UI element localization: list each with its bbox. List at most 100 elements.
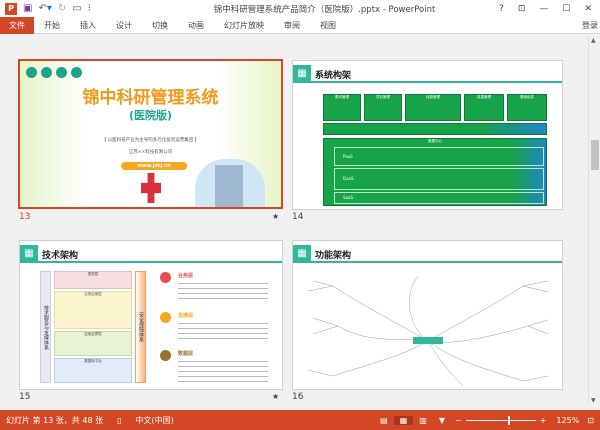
slide-thumbnail-16[interactable]: ▦ 功能架构 [292, 240, 563, 390]
sign-in-link[interactable]: 登录 [582, 20, 598, 31]
layer-label: 应用支撑层 [84, 332, 102, 336]
module-box: 成果管理 [464, 94, 504, 121]
scroll-up-icon[interactable]: ▲ [591, 37, 596, 44]
zoom-out-button[interactable]: − [455, 416, 462, 425]
slide-title: 系统构架 [315, 71, 352, 81]
tab-animations[interactable]: 动画 [178, 17, 214, 34]
animation-star-icon: ★ [272, 392, 280, 401]
save-icon[interactable]: ▣ [23, 3, 32, 14]
layer-label: 数据库平台 [84, 359, 102, 363]
layer-label: 业务应用层 [84, 292, 102, 296]
ribbon-tabs: 文件 开始 插入 设计 切换 动画 幻灯片放映 审阅 视图 登录 [0, 16, 600, 34]
tab-view[interactable]: 视图 [310, 17, 346, 34]
redo-icon[interactable]: ↻ [58, 3, 66, 14]
slide-title: 功能架构 [315, 251, 352, 261]
layer-box: 数据库平台 [54, 358, 132, 383]
layer-label: PaaS [343, 154, 353, 159]
undo-icon[interactable]: ↶▾ [38, 3, 51, 14]
tech-support-column: 技术服务与支撑体系 [40, 271, 51, 383]
tab-home[interactable]: 开始 [34, 17, 70, 34]
column-label: 安全保障体系 [138, 312, 144, 342]
language-status[interactable]: 中文(中国) [135, 415, 173, 426]
scroll-down-icon[interactable]: ▼ [591, 397, 596, 404]
slide-title: 锦中科研管理系统 [82, 88, 219, 108]
module-label: 基本管理 [335, 95, 349, 99]
module-label: 基础信息 [520, 95, 534, 99]
slide-subtitle: (医院版) [128, 109, 173, 122]
module-label: 成果管理 [477, 95, 491, 99]
slide-company: 江苏××科技有限公司 [128, 150, 173, 155]
scroll-thumb[interactable] [591, 140, 599, 170]
layer-label: SaaS [343, 195, 353, 200]
reading-view-icon[interactable]: ▥ [413, 416, 433, 425]
fit-to-window-icon[interactable]: ⊡ [587, 416, 594, 425]
layer-box: 应用支撑层 [54, 331, 132, 356]
grid-icon: ▦ [293, 245, 311, 263]
link-icon [71, 67, 82, 78]
module-box: 基本管理 [323, 94, 361, 121]
module-label: 经费管理 [426, 95, 440, 99]
help-button[interactable]: ? [499, 4, 504, 14]
refresh-icon [56, 67, 67, 78]
screen-icon [41, 67, 52, 78]
slideshow-view-icon[interactable]: ▼ [433, 416, 451, 425]
layer-label: DaaS [343, 176, 354, 181]
slide-number-16: 16 [292, 392, 304, 402]
data-center-block: 数据中心 PaaS DaaS SaaS [323, 138, 547, 206]
vertical-scrollbar[interactable]: ▲ ▼ [588, 35, 600, 405]
layer-box: 业务应用层 [54, 291, 132, 329]
minimize-button[interactable]: — [539, 4, 548, 14]
slide-thumbnail-13[interactable]: 锦中科研管理系统 (医院版) 【 以医科技产业为主导的多元化投资运营集团 】 江… [18, 59, 283, 209]
slide-url: www.jzkj.cn [121, 162, 187, 170]
zoom-slider[interactable] [465, 415, 536, 425]
layer-label: 表现层 [87, 272, 99, 276]
slide-number-15: 15 [19, 392, 31, 402]
tab-transitions[interactable]: 切换 [142, 17, 178, 34]
slide-thumbnail-15[interactable]: ▦ 技术架构 技术服务与支撑体系 表现层 业务应用层 应用支撑层 数据库平台 安全… [19, 240, 283, 390]
powerpoint-logo-icon: P [5, 2, 17, 15]
status-bar: 幻灯片 第 13 张，共 48 张 ▯ 中文(中国) ▤ ▦ ▥ ▼ − + 1… [0, 410, 600, 430]
maximize-button[interactable]: ☐ [562, 4, 570, 14]
slide-sorter-view-icon[interactable]: ▦ [393, 415, 414, 425]
data-layer-icon [160, 350, 171, 361]
section-title: 支撑层 [178, 313, 194, 319]
tab-review[interactable]: 审阅 [274, 17, 310, 34]
slide-slogan: 【 以医科技产业为主导的多元化投资运营集团 】 [101, 138, 200, 143]
business-layer-icon [160, 272, 171, 283]
zoom-in-button[interactable]: + [540, 416, 547, 425]
qr-cross-logo [141, 173, 161, 203]
layer-box: 表现层 [54, 271, 132, 289]
slide-sorter: 锦中科研管理系统 (医院版) 【 以医科技产业为主导的多元化投资运营集团 】 江… [0, 35, 588, 405]
present-icon[interactable]: ▭ [72, 3, 81, 14]
grid-icon: ▦ [293, 65, 311, 83]
mind-map-diagram [307, 275, 549, 387]
window-title: 锦中科研管理系统产品简介（医院版）.pptx - PowerPoint [213, 4, 436, 15]
section-title: 业务层 [178, 273, 194, 279]
column-label: 技术服务与支撑体系 [43, 304, 49, 350]
slide-number-14: 14 [292, 212, 304, 222]
title-bar: P ▣ ↶▾ ↻ ▭ ⁝ 锦中科研管理系统产品简介（医院版）.pptx - Po… [0, 0, 600, 17]
customize-quick-access-icon[interactable]: ⁝ [88, 3, 91, 14]
data-center-label: 数据中心 [428, 139, 442, 143]
spellcheck-icon[interactable]: ▯ [117, 416, 121, 425]
tab-insert[interactable]: 插入 [70, 17, 106, 34]
zoom-level[interactable]: 125% [556, 416, 579, 425]
security-column: 安全保障体系 [135, 271, 146, 383]
tab-design[interactable]: 设计 [106, 17, 142, 34]
module-label: 项目管理 [376, 95, 390, 99]
ribbon-display-button[interactable]: ⊡ [518, 4, 526, 14]
mind-map-root [413, 337, 443, 344]
module-box: 经费管理 [405, 94, 461, 121]
tab-slideshow[interactable]: 幻灯片放映 [214, 17, 274, 34]
hospital-illustration [195, 159, 265, 207]
tab-file[interactable]: 文件 [0, 16, 34, 34]
section-title: 数据层 [178, 351, 194, 357]
normal-view-icon[interactable]: ▤ [374, 416, 394, 425]
slide-thumbnail-14[interactable]: ▦ 系统构架 基本管理 项目管理 经费管理 成果管理 基础信息 数据中心 PaaS… [292, 60, 563, 210]
grid-icon: ▦ [20, 245, 38, 263]
slide-title: 技术架构 [42, 251, 79, 261]
close-button[interactable]: ✕ [584, 4, 592, 14]
interface-bar [323, 123, 547, 135]
module-box: 基础信息 [507, 94, 547, 121]
slide-number-13: 13 [19, 212, 31, 222]
